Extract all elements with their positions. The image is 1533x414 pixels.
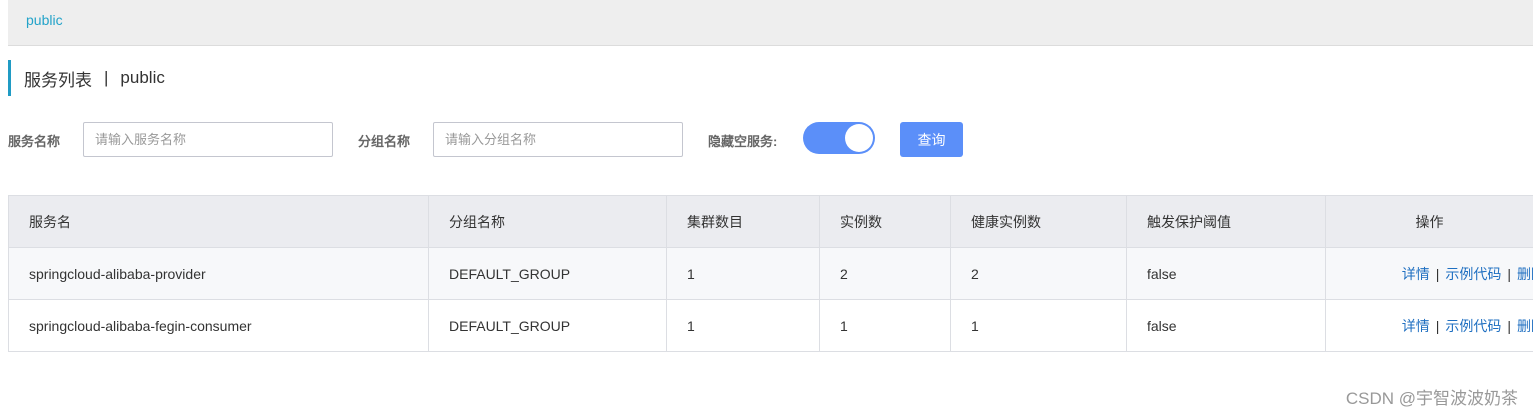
group-name-input[interactable] (433, 122, 683, 157)
cell-operations: 详情 | 示例代码 | 删除 (1325, 247, 1533, 300)
operation-separator: | (1435, 265, 1440, 282)
cell-healthy: 1 (950, 299, 1127, 352)
operations-group: 详情 | 示例代码 | 删除 (1402, 316, 1533, 336)
cell-threshold: false (1126, 247, 1326, 300)
hide-empty-toggle[interactable] (803, 122, 875, 154)
column-header-threshold[interactable]: 触发保护阈值 (1126, 195, 1326, 248)
table-row: springcloud-alibaba-fegin-consumer DEFAU… (8, 299, 1533, 352)
operation-separator: | (1507, 265, 1511, 282)
table-row: springcloud-alibaba-provider DEFAULT_GRO… (8, 247, 1533, 300)
cell-group: DEFAULT_GROUP (428, 299, 667, 352)
cell-service: springcloud-alibaba-fegin-consumer (8, 299, 429, 352)
detail-link[interactable]: 详情 (1402, 266, 1430, 282)
toggle-knob (845, 124, 873, 152)
cell-operations: 详情 | 示例代码 | 删除 (1325, 299, 1533, 352)
service-name-input[interactable] (83, 122, 333, 157)
cell-service: springcloud-alibaba-provider (8, 247, 429, 300)
hide-empty-label: 隐藏空服务: (708, 134, 778, 149)
column-header-operations: 操作 (1325, 195, 1533, 248)
table-header-row: 服务名 分组名称 集群数目 实例数 健康实例数 触发保护阈值 操作 (8, 195, 1533, 248)
service-table: 服务名 分组名称 集群数目 实例数 健康实例数 触发保护阈值 操作 spring… (8, 195, 1533, 352)
cell-instances: 2 (819, 247, 951, 300)
cell-group: DEFAULT_GROUP (428, 247, 667, 300)
column-header-healthy[interactable]: 健康实例数 (950, 195, 1127, 248)
page-title: 服务列表 | public (8, 60, 165, 96)
sample-code-link[interactable]: 示例代码 (1445, 318, 1501, 334)
cell-healthy: 2 (950, 247, 1127, 300)
group-name-label: 分组名称 (358, 134, 411, 149)
cell-instances: 1 (819, 299, 951, 352)
watermark: CSDN @宇智波波奶茶 (1345, 389, 1518, 408)
sample-code-link[interactable]: 示例代码 (1445, 266, 1501, 282)
column-header-instances[interactable]: 实例数 (819, 195, 951, 248)
service-name-label: 服务名称 (8, 134, 61, 149)
cell-threshold: false (1126, 299, 1326, 352)
namespace-item-public[interactable]: public (26, 12, 63, 28)
column-header-service[interactable]: 服务名 (8, 195, 429, 248)
column-header-clusters[interactable]: 集群数目 (666, 195, 820, 248)
detail-link[interactable]: 详情 (1402, 318, 1430, 334)
page-title-main: 服务列表 (24, 70, 92, 90)
delete-link[interactable]: 删除 (1517, 318, 1533, 334)
query-button[interactable]: 查询 (900, 122, 963, 157)
namespace-bar: public (8, 0, 1533, 46)
cell-clusters: 1 (666, 299, 820, 352)
page-title-separator: | (104, 68, 109, 87)
operation-separator: | (1435, 317, 1440, 334)
delete-link[interactable]: 删除 (1517, 266, 1533, 282)
cell-clusters: 1 (666, 247, 820, 300)
page-title-namespace: public (120, 68, 165, 87)
operations-group: 详情 | 示例代码 | 删除 (1402, 264, 1533, 284)
column-header-group[interactable]: 分组名称 (428, 195, 667, 248)
operation-separator: | (1507, 317, 1511, 334)
